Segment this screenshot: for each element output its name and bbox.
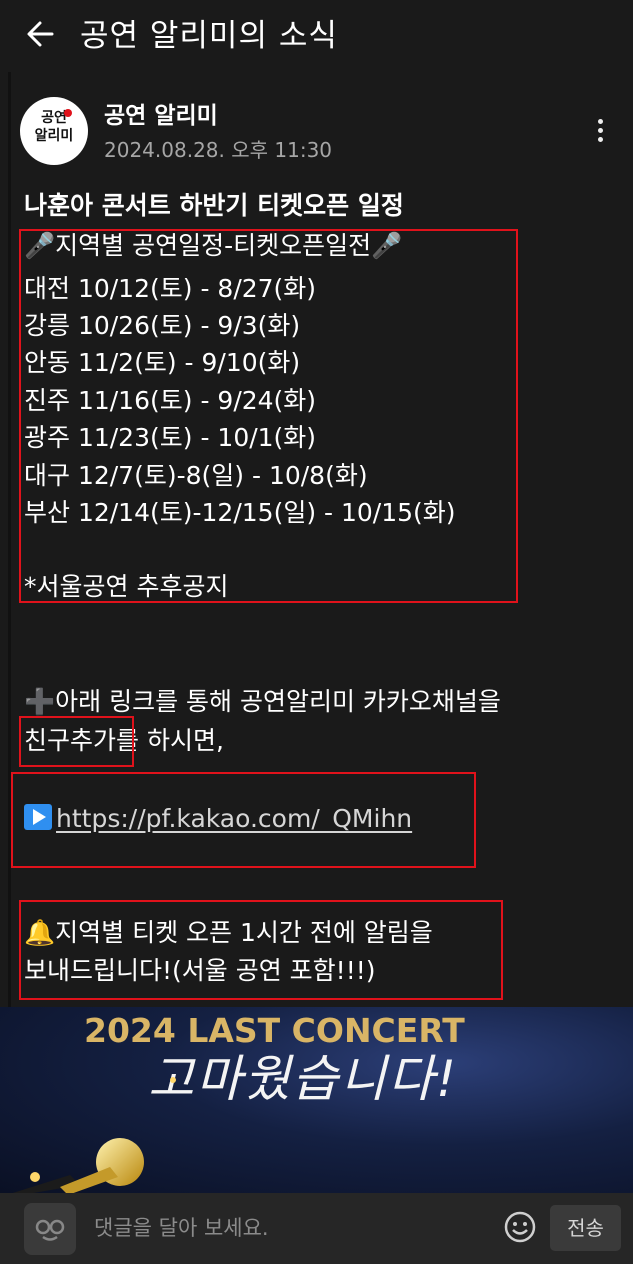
post-date: 2024.08.28. 오후 11:30 [104,138,333,162]
send-button[interactable]: 전송 [550,1205,621,1251]
highlight-box-link [11,772,476,868]
banner-subtitle: 2024 LAST CONCERT [84,1011,465,1050]
comment-bar: 댓글을 달아 보세요. 전송 [0,1193,633,1264]
highlight-box-friend [19,716,134,767]
more-options-button[interactable] [588,116,612,148]
comment-input[interactable]: 댓글을 달아 보세요. [94,1213,269,1243]
back-button[interactable] [22,14,62,54]
highlight-box-schedule [19,229,518,603]
left-divider [8,72,11,1012]
smile-button[interactable] [504,1211,536,1243]
post-title: 나훈아 콘서트 하반기 티켓오픈 일정 [24,191,404,220]
channel-avatar[interactable]: 공연 알리미 [20,97,88,165]
emoticon-button[interactable] [24,1203,76,1255]
arrow-left-icon [27,21,54,47]
page-title: 공연 알리미의 소식 [80,18,338,54]
smile-icon [504,1211,536,1243]
more-vertical-icon [588,119,612,142]
top-bar: 공연 알리미의 소식 [0,0,633,72]
friend-add-text: ➕아래 링크를 통해 공연알리미 카카오채널을 [24,687,501,716]
microphone-icon [12,1138,144,1193]
highlight-box-alert [19,900,503,1000]
avatar-logo-text: 공연 알리미 [34,110,74,144]
banner-title: 고마웠습니다! [148,1050,459,1108]
emoticon-icon [35,1219,65,1241]
logo-dot [64,109,72,117]
concert-banner[interactable]: 2024 LAST CONCERT 고마웠습니다! [0,1007,633,1193]
channel-name[interactable]: 공연 알리미 [104,100,218,132]
sparkle [170,1077,176,1083]
